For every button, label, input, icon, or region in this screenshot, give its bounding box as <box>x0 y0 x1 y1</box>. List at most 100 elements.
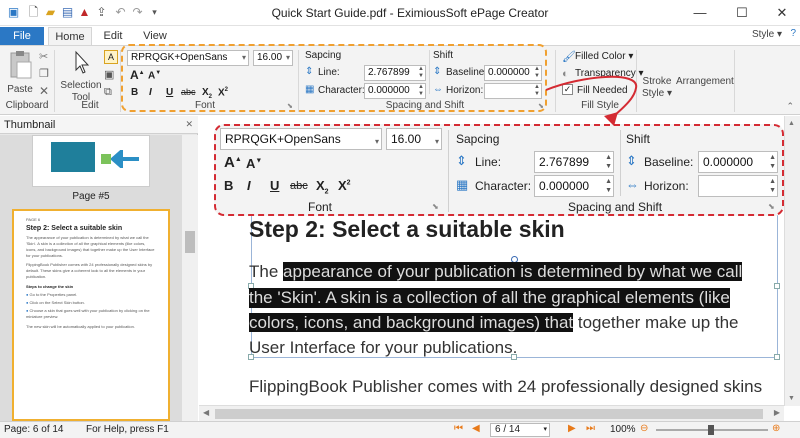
zoom-font-size-select[interactable]: 16.00 ▾ <box>386 128 442 150</box>
export-icon[interactable]: ⇪ <box>94 5 109 20</box>
page-number-input[interactable]: 6 / 14 ▾ <box>490 423 550 437</box>
clipboard-group-label: Clipboard <box>5 100 49 111</box>
last-page-icon[interactable]: ⏭ <box>586 423 595 434</box>
paste-icon <box>10 51 32 79</box>
redo-icon[interactable]: ↷ <box>130 5 145 20</box>
document-line-1[interactable]: The appearance of your publication is de… <box>249 262 743 282</box>
zoom-underline-icon[interactable]: U <box>270 178 279 193</box>
help-icon[interactable]: ? <box>790 28 796 39</box>
tab-home[interactable]: Home <box>48 27 92 46</box>
resize-handle-bottom-right[interactable] <box>774 354 780 360</box>
style-menu[interactable]: Style ▾ <box>752 29 782 40</box>
new-icon[interactable]: 🗋 <box>26 5 41 20</box>
zoom-strikethrough-icon[interactable]: abc <box>290 180 308 192</box>
link-icon[interactable]: ⧉ <box>104 86 116 98</box>
cut-icon[interactable]: ✂ <box>39 50 51 63</box>
open-icon[interactable]: ▰ <box>43 5 58 20</box>
close-button[interactable]: ✕ <box>762 0 800 26</box>
thumbnail-6-step-1: ● Go to the Properties panel. <box>26 292 78 297</box>
fill-color-icon: 🖌 <box>562 51 576 63</box>
zoom-out-icon[interactable]: ⊖ <box>640 423 648 434</box>
document-horizontal-scrollbar[interactable]: ◀ ▶ <box>199 405 784 421</box>
zoom-shrink-font-icon[interactable]: A▼ <box>246 156 262 171</box>
zoom-font-family-select[interactable]: RPRQGK+OpenSans ▾ <box>220 128 382 150</box>
filled-color-button[interactable]: Filled Color ▾ <box>575 51 633 62</box>
zoom-slider-thumb[interactable] <box>708 425 714 435</box>
document-line-3[interactable]: colors, icons, and background images) th… <box>249 313 739 333</box>
zoom-shift-header: Shift <box>626 132 651 146</box>
dropdown-icon[interactable]: ▾ <box>147 5 162 20</box>
collapse-ribbon-icon[interactable]: ⌃ <box>786 101 794 112</box>
document-line-4[interactable]: User Interface for your publications. <box>249 338 517 358</box>
scroll-up-icon[interactable]: ▲ <box>788 120 795 127</box>
zoom-horizon-label: Horizon: <box>644 179 689 193</box>
stroke-style-button[interactable]: Stroke Style ▾ <box>640 76 674 100</box>
first-page-icon[interactable]: ⏮ <box>454 423 463 434</box>
status-bar: Page: 6 of 14 For Help, press F1 ⏮ ◀ 6 /… <box>0 421 800 438</box>
arrangement-button[interactable]: Arrangement <box>676 76 734 88</box>
title-bar: ▣ 🗋 ▰ ▤ ▲ ⇪ ↶ ↷ ▾ Quick Start Guide.pdf … <box>0 0 800 26</box>
prev-page-icon[interactable]: ◀ <box>472 423 480 434</box>
thumbnail-5-badge <box>101 154 111 164</box>
zoom-italic-icon[interactable]: I <box>247 178 251 193</box>
zoom-spacing-dialog-launcher-icon[interactable]: ⬊ <box>768 202 775 211</box>
save-icon[interactable]: ▤ <box>60 5 75 20</box>
image-icon[interactable]: ▣ <box>104 68 116 81</box>
tab-file[interactable]: File <box>0 27 44 46</box>
scroll-down-icon[interactable]: ▼ <box>788 395 795 402</box>
document-vertical-scrollbar[interactable]: ▲ ▼ <box>784 116 800 406</box>
scroll-right-icon[interactable]: ▶ <box>774 408 780 417</box>
thumbnail-list[interactable]: Page #5 PAGE 6 Step 2: Select a suitable… <box>0 135 182 421</box>
zoom-superscript-icon[interactable]: X2 <box>338 178 351 193</box>
zoom-grow-font-icon[interactable]: A▲ <box>224 154 242 171</box>
copy-icon[interactable]: ❐ <box>39 67 51 80</box>
selection-tool-button[interactable]: Selection Tool <box>58 50 104 104</box>
paste-button[interactable]: Paste <box>4 50 36 96</box>
document-line-2[interactable]: the 'Skin'. A skin is a collection of al… <box>249 288 730 308</box>
delete-icon[interactable]: ✕ <box>39 84 51 98</box>
zoom-subscript-icon[interactable]: X2 <box>316 178 329 196</box>
zoom-baseline-label: Baseline: <box>644 155 694 169</box>
thumbnail-page-6[interactable]: PAGE 6 Step 2: Select a suitable skin Th… <box>12 209 170 421</box>
thumbnail-6-para2: FlippingBook Publisher comes with 24 pro… <box>26 262 153 279</box>
zoom-character-spacing-icon: ▦ <box>456 177 469 192</box>
zoom-baseline-icon: ⇕ <box>626 153 637 168</box>
thumbnail-scrollbar[interactable] <box>182 135 198 421</box>
resize-handle-right[interactable] <box>774 283 780 289</box>
zoomed-ribbon-callout: RPRQGK+OpenSans ▾ 16.00 ▾ A▲ A▼ B I U abc … <box>214 124 784 216</box>
thumbnail-6-steps-title: Steps to change the skin <box>26 284 74 289</box>
thumbnail-page-5[interactable] <box>32 135 150 187</box>
status-page: Page: 6 of 14 <box>4 424 64 435</box>
zoom-font-dialog-launcher-icon[interactable]: ⬊ <box>432 202 439 211</box>
scroll-left-icon[interactable]: ◀ <box>203 408 209 417</box>
thumbnail-scroll-thumb[interactable] <box>185 231 195 253</box>
zoom-spacing-header: Sapcing <box>456 132 500 146</box>
zoom-bold-icon[interactable]: B <box>224 178 233 193</box>
text-box-icon[interactable]: A <box>104 50 118 64</box>
pdf-icon[interactable]: ▲ <box>77 5 92 20</box>
zoom-spacing-group-label: Spacing and Shift <box>568 200 663 214</box>
minimize-button[interactable]: — <box>680 0 720 26</box>
zoom-horizon-input[interactable]: ▲ ▼ <box>698 175 778 197</box>
zoom-baseline-input[interactable]: 0.000000 ▲ ▼ <box>698 151 778 173</box>
ribbon-tabs: File Home Edit View Style ▾ ? <box>0 26 800 46</box>
zoom-character-spacing-input[interactable]: 0.000000 ▲ ▼ <box>534 175 614 197</box>
document-heading[interactable]: Step 2: Select a suitable skin <box>249 216 565 243</box>
zoom-font-group-label: Font <box>308 200 333 214</box>
thumbnail-panel: Thumbnail ✕ Page #5 PAGE 6 Step 2: Selec… <box>0 116 198 421</box>
zoom-in-icon[interactable]: ⊕ <box>772 423 780 434</box>
horizontal-scroll-thumb[interactable] <box>215 409 763 419</box>
undo-icon[interactable]: ↶ <box>113 5 128 20</box>
next-page-icon[interactable]: ▶ <box>568 423 576 434</box>
close-panel-icon[interactable]: ✕ <box>185 119 193 130</box>
zoom-horizon-icon: ⇔ <box>626 177 639 192</box>
tab-edit[interactable]: Edit <box>96 27 130 46</box>
thumbnail-page-5-label: Page #5 <box>72 191 110 202</box>
app-icon: ▣ <box>7 5 20 19</box>
document-line-5[interactable]: FlippingBook Publisher comes with 24 pro… <box>249 377 762 397</box>
thumbnail-header: Thumbnail <box>0 116 198 134</box>
zoom-line-spacing-input[interactable]: 2.767899 ▲ ▼ <box>534 151 614 173</box>
maximize-button[interactable]: ☐ <box>722 0 762 26</box>
cursor-icon <box>75 50 90 74</box>
zoom-level: 100% <box>610 424 636 435</box>
